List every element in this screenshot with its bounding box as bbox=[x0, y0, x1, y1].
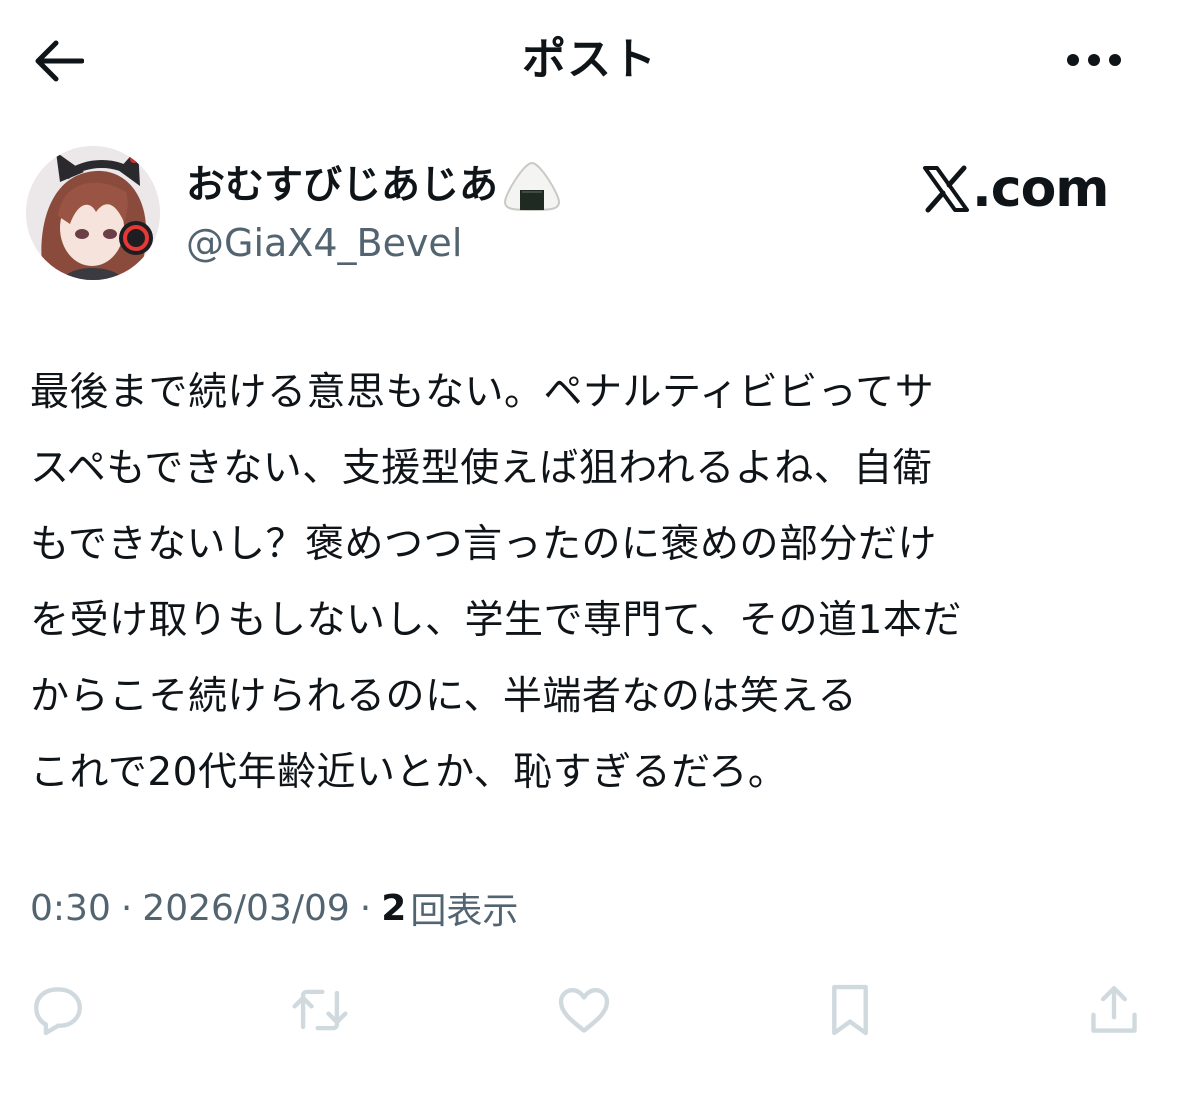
tweet-line: これで20代年齢近いとか、恥すぎるだろ。 bbox=[30, 750, 788, 795]
tweet-line: からこそ続けられるのに、半端者なのは笑える bbox=[30, 674, 858, 719]
share-button[interactable] bbox=[1082, 978, 1146, 1042]
avatar[interactable] bbox=[26, 146, 160, 280]
tweet-line: もできないし？褒めつつ言ったのに褒めの部分だけ bbox=[30, 522, 937, 567]
onigiri-icon bbox=[502, 160, 562, 212]
x-logo-icon bbox=[922, 165, 970, 213]
share-icon bbox=[1091, 986, 1137, 1033]
post-date[interactable]: 2026/03/09 bbox=[142, 888, 350, 929]
bookmark-button[interactable] bbox=[818, 978, 882, 1042]
author-name-row[interactable]: おむすびじあじあ bbox=[186, 158, 562, 214]
page-title: ポスト bbox=[522, 34, 657, 85]
user-handle[interactable]: @GiaX4_Bevel bbox=[186, 218, 462, 268]
meta-separator: · bbox=[359, 887, 372, 929]
avatar-image bbox=[26, 146, 160, 280]
tweet-text: 最後まで続ける意思もない。ペナルティビビってサ スペもできない、支援型使えば狙わ… bbox=[30, 355, 1160, 811]
tweet-line: スペもできない、支援型使えば狙われるよね、自衛 bbox=[30, 446, 933, 491]
views-label[interactable]: 回表示 bbox=[410, 882, 518, 934]
watermark-text: .com bbox=[972, 159, 1109, 219]
more-horizontal-icon bbox=[1067, 54, 1121, 66]
reply-icon bbox=[34, 987, 82, 1036]
meta-separator: · bbox=[120, 887, 133, 929]
repost-icon bbox=[292, 989, 348, 1031]
more-options-button[interactable] bbox=[1062, 40, 1126, 80]
tweet-line: 最後まで続ける意思もない。ペナルティビビってサ bbox=[30, 370, 935, 415]
repost-button[interactable] bbox=[288, 978, 352, 1042]
display-name[interactable]: おむすびじあじあ bbox=[186, 158, 498, 214]
top-nav-bar: ポスト bbox=[0, 0, 1179, 120]
tweet-meta: 0:30 · 2026/03/09 · 2 回表示 bbox=[30, 882, 518, 934]
views-count[interactable]: 2 bbox=[381, 888, 406, 929]
post-time[interactable]: 0:30 bbox=[30, 888, 111, 929]
bookmark-icon bbox=[832, 984, 868, 1036]
reply-button[interactable] bbox=[26, 978, 90, 1042]
like-button[interactable] bbox=[552, 978, 616, 1042]
tweet-line: を受け取りもしないし、学生で専門て、その道1本だ bbox=[30, 598, 962, 643]
x-com-watermark: .com bbox=[922, 156, 1109, 222]
action-bar bbox=[0, 972, 1179, 1042]
like-icon bbox=[558, 988, 610, 1033]
